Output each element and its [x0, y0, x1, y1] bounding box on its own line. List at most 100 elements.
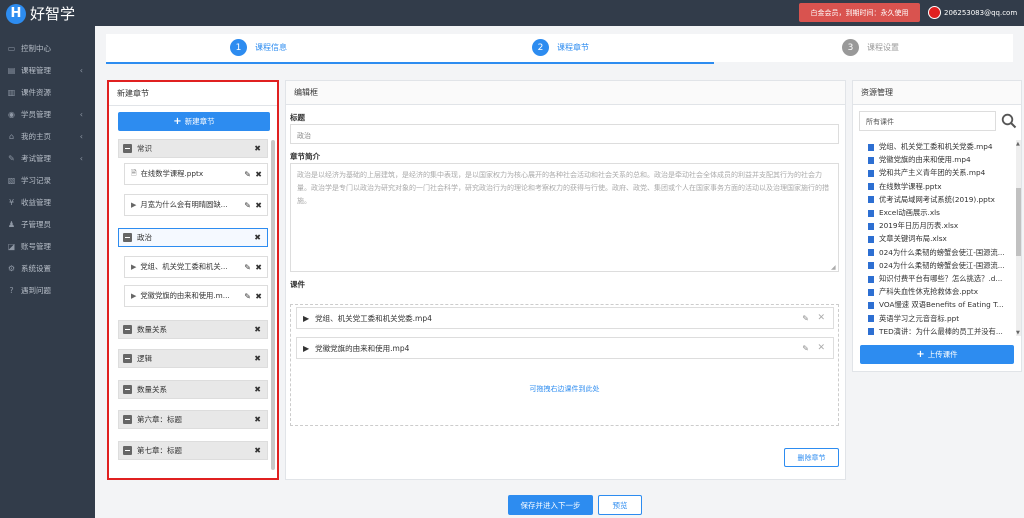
- resource-item[interactable]: 2019年日历月历表.xlsx: [868, 221, 1012, 231]
- lesson-row[interactable]: ▶ 党组、机关党工委和机关... ✎ ✖: [124, 256, 268, 278]
- chapter-row[interactable]: 逻辑 ✖: [118, 349, 268, 368]
- sidebar-item[interactable]: ✎ 考试管理 ‹: [0, 147, 95, 169]
- intro-textarea[interactable]: 政治是以经济为基础的上层建筑，是经济的集中表现，是以国家权力为核心展开的各种社会…: [290, 163, 839, 272]
- close-icon[interactable]: ✖: [254, 144, 261, 153]
- delete-chapter-button[interactable]: 删除章节: [784, 448, 839, 467]
- chapter-scrollbar[interactable]: [271, 140, 275, 470]
- collapse-icon[interactable]: [123, 446, 132, 455]
- resource-item[interactable]: 024为什么柔韧的螃蟹会使江-国源流...: [868, 248, 1012, 258]
- chapter-row[interactable]: 政治 ✖: [118, 228, 268, 247]
- courseware-item[interactable]: ▶ 党徽党旗的由来和使用.mp4 ✎ ✕: [296, 337, 834, 359]
- collapse-icon[interactable]: [123, 415, 132, 424]
- step-course-settings[interactable]: 3 课程设置: [842, 39, 899, 56]
- resource-item[interactable]: VOA慢速 双语Benefits of Eating T...: [868, 300, 1012, 310]
- scroll-down-icon[interactable]: ▼: [1016, 330, 1020, 336]
- resource-scrollbar[interactable]: [1016, 140, 1021, 336]
- sidebar-item-label: 课程管理: [21, 65, 51, 75]
- collapse-icon[interactable]: [123, 144, 132, 153]
- resource-item[interactable]: 优考试局域网考试系统(2019).pptx: [868, 195, 1012, 205]
- collapse-icon[interactable]: [123, 233, 132, 242]
- user-menu[interactable]: 206253083@qq.com: [928, 6, 1017, 19]
- lesson-row[interactable]: ▶ 月宽为什么会有明晴圆缺... ✎ ✖: [124, 194, 268, 216]
- logo[interactable]: H 好智学: [6, 3, 75, 24]
- step-course-info[interactable]: 1 课程信息: [230, 39, 287, 56]
- edit-icon[interactable]: ✎: [242, 291, 251, 301]
- lesson-label: 在线数学课程.pptx: [140, 169, 204, 178]
- new-chapter-label: 新建章节: [184, 117, 215, 126]
- lesson-row[interactable]: ▶ 党徽党旗的由来和使用.m... ✎ ✖: [124, 285, 268, 307]
- file-icon: [868, 222, 874, 230]
- close-icon[interactable]: ✖: [254, 446, 261, 455]
- close-icon[interactable]: ✖: [254, 385, 261, 394]
- close-icon[interactable]: ✖: [254, 415, 261, 424]
- sidebar-item[interactable]: ▥ 课件资源: [0, 81, 95, 103]
- upload-courseware-button[interactable]: + 上传课件: [860, 345, 1014, 364]
- lesson-row[interactable]: 🗎 在线数学课程.pptx ✎ ✖: [124, 163, 268, 185]
- help-icon: ?: [9, 285, 14, 295]
- chapter-row[interactable]: 数量关系 ✖: [118, 320, 268, 339]
- edit-icon[interactable]: ✎: [242, 169, 251, 179]
- edit-icon[interactable]: ✎: [242, 200, 251, 210]
- play-icon: ▶: [131, 201, 137, 209]
- resize-handle-icon[interactable]: ◢: [831, 264, 836, 271]
- resource-item[interactable]: 党组、机关党工委和机关党委.mp4: [868, 142, 1012, 152]
- collapse-icon[interactable]: [123, 385, 132, 394]
- sidebar-item[interactable]: ⌂ 我的主页 ‹: [0, 125, 95, 147]
- play-icon: ▶: [303, 313, 310, 323]
- close-icon[interactable]: ✖: [254, 233, 261, 242]
- resource-item[interactable]: 知识付费平台有哪些？怎么挑选？.d...: [868, 274, 1012, 284]
- resource-item[interactable]: 024为什么柔韧的螃蟹会使江-国源流...: [868, 261, 1012, 271]
- resource-item[interactable]: 文章关键词布局.xlsx: [868, 234, 1012, 244]
- sidebar-item[interactable]: ◉ 学员管理 ‹: [0, 103, 95, 125]
- new-chapter-button[interactable]: + 新建章节: [118, 112, 270, 131]
- close-icon[interactable]: ✖: [254, 325, 261, 334]
- collapse-icon[interactable]: [123, 354, 132, 363]
- scroll-up-icon[interactable]: ▲: [1016, 141, 1020, 147]
- sidebar-item[interactable]: ? 遇到问题: [0, 279, 95, 301]
- edit-icon[interactable]: ✎: [242, 262, 251, 272]
- resource-name: TED演讲：为什么最棒的员工并没有...: [879, 326, 1003, 336]
- sidebar-item[interactable]: ¥ 收益管理: [0, 191, 95, 213]
- step-course-chapters[interactable]: 2 课程章节: [532, 39, 589, 56]
- close-icon[interactable]: ✖: [255, 169, 262, 179]
- user-email[interactable]: 206253083@qq.com: [944, 9, 1017, 17]
- resource-item[interactable]: 党徽党旗的由来和使用.mp4: [868, 155, 1012, 165]
- chapter-row[interactable]: 第六章：标题 ✖: [118, 410, 268, 429]
- step-progress-line: [106, 62, 714, 64]
- close-icon[interactable]: ✖: [255, 200, 262, 210]
- resource-item[interactable]: 产科失血性休克抢救体会.pptx: [868, 287, 1012, 297]
- step-label: 课程信息: [255, 43, 287, 52]
- step-number: 1: [230, 39, 247, 56]
- sidebar-item[interactable]: ♟ 子管理员: [0, 213, 95, 235]
- title-input[interactable]: 政治: [290, 124, 839, 144]
- chapter-row[interactable]: 第七章：标题 ✖: [118, 441, 268, 460]
- vip-badge[interactable]: 白金会员，到期时间：永久使用: [799, 3, 920, 22]
- resource-item[interactable]: 英语学习之元音音标.ppt: [868, 314, 1012, 324]
- close-icon[interactable]: ✖: [255, 291, 262, 301]
- search-icon[interactable]: [1001, 113, 1017, 129]
- edit-icon[interactable]: ✎: [802, 344, 809, 353]
- resource-filter-input[interactable]: 所有课件: [859, 111, 996, 131]
- close-icon[interactable]: ✖: [255, 262, 262, 272]
- save-next-button[interactable]: 保存并进入下一步: [508, 495, 593, 515]
- preview-button[interactable]: 预览: [598, 495, 642, 515]
- close-icon[interactable]: ✖: [254, 354, 261, 363]
- collapse-icon[interactable]: [123, 325, 132, 334]
- sidebar-item[interactable]: ▤ 课程管理 ‹: [0, 59, 95, 81]
- resource-item[interactable]: 在线数学课程.pptx: [868, 182, 1012, 192]
- resource-item[interactable]: TED演讲：为什么最棒的员工并没有...: [868, 327, 1012, 337]
- sidebar-item[interactable]: ⚙ 系统设置: [0, 257, 95, 279]
- courseware-item[interactable]: ▶ 党组、机关党工委和机关党委.mp4 ✎ ✕: [296, 307, 834, 329]
- sidebar-item[interactable]: ▧ 学习记录: [0, 169, 95, 191]
- chapter-row[interactable]: 数量关系 ✖: [118, 380, 268, 399]
- close-icon[interactable]: ✕: [817, 313, 825, 323]
- resource-item[interactable]: 党和共产主义青年团的关系.mp4: [868, 168, 1012, 178]
- sidebar-item[interactable]: ▭ 控制中心: [0, 37, 95, 59]
- chapter-label: 第七章：标题: [137, 446, 182, 455]
- avatar[interactable]: [928, 6, 941, 19]
- sidebar-item[interactable]: ◪ 账号管理: [0, 235, 95, 257]
- close-icon[interactable]: ✕: [817, 343, 825, 353]
- edit-icon[interactable]: ✎: [802, 314, 809, 323]
- resource-item[interactable]: Excel动画展示.xls: [868, 208, 1012, 218]
- chapter-row[interactable]: 常识 ✖: [118, 139, 268, 158]
